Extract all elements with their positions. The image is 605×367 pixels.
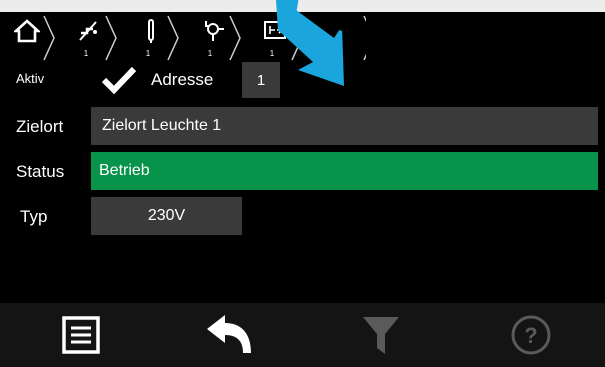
breadcrumb-home[interactable] <box>0 12 56 64</box>
aktiv-label: Aktiv <box>16 71 45 86</box>
tube-icon <box>148 19 154 43</box>
svg-text:?: ? <box>524 323 537 348</box>
adresse-field[interactable]: 1 <box>242 62 280 98</box>
breadcrumb-item-signal[interactable]: 1 <box>62 12 118 64</box>
breadcrumb-index: 1 <box>83 49 89 58</box>
menu-list-icon <box>62 316 100 354</box>
status-field: Betrieb <box>91 152 598 190</box>
top-strip <box>0 0 605 12</box>
aktiv-checkbox[interactable] <box>101 66 137 94</box>
help-button[interactable]: ? <box>456 303 605 367</box>
filter-button[interactable] <box>306 303 456 367</box>
back-button[interactable] <box>156 303 306 367</box>
breadcrumb-item-exit-sign[interactable]: 1 <box>248 12 304 64</box>
breadcrumb-item-tube[interactable]: 1 <box>124 12 180 64</box>
signal-off-icon <box>79 21 97 41</box>
status-label: Status <box>16 162 65 181</box>
menu-button[interactable] <box>6 303 156 367</box>
typ-field[interactable]: 230V <box>91 197 242 235</box>
zielort-label: Zielort <box>16 117 64 136</box>
breadcrumb-index: 1 <box>269 49 275 58</box>
filter-icon <box>363 317 399 354</box>
home-icon <box>14 19 40 43</box>
chevron-divider <box>363 15 366 61</box>
zielort-field[interactable]: Zielort Leuchte 1 <box>91 107 598 145</box>
typ-label: Typ <box>20 207 48 226</box>
back-arrow-icon <box>207 315 251 353</box>
lamp-icon <box>205 21 224 41</box>
breadcrumb-item-lamp[interactable]: 1 <box>186 12 242 64</box>
breadcrumb-index: 1 <box>207 49 213 58</box>
breadcrumb-index: 1 <box>145 49 151 58</box>
breadcrumb: 1 1 1 1 <box>0 12 605 64</box>
breadcrumb-item-empty <box>310 12 366 64</box>
help-icon: ? <box>511 315 551 355</box>
exit-sign-icon <box>264 21 286 39</box>
adresse-label: Adresse <box>151 70 214 89</box>
